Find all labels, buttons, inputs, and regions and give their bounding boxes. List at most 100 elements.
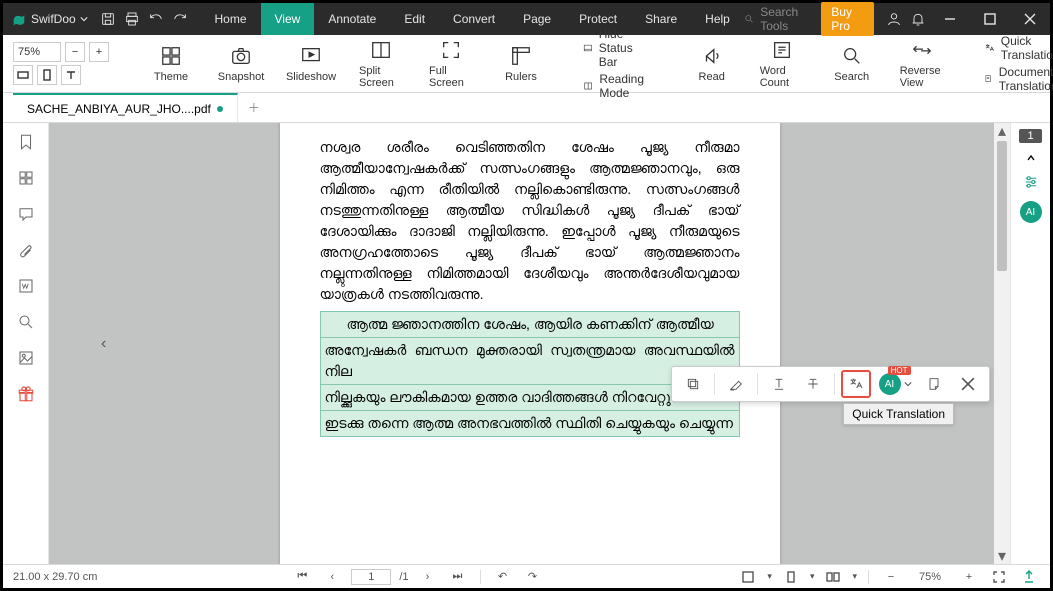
document-translation-button[interactable]: Document Translation xyxy=(984,65,1053,93)
print-icon[interactable] xyxy=(120,3,144,35)
last-page-button[interactable]: ⏭ xyxy=(447,570,469,583)
find-icon[interactable] xyxy=(12,311,40,333)
copy-button[interactable] xyxy=(678,370,708,398)
menu-edit[interactable]: Edit xyxy=(390,3,439,35)
highlight-button[interactable] xyxy=(721,370,751,398)
reverse-view-button[interactable]: Reverse View xyxy=(896,39,948,89)
first-page-button[interactable]: ⏮ xyxy=(291,570,313,583)
underline-button[interactable] xyxy=(764,370,794,398)
comments-icon[interactable] xyxy=(12,203,40,225)
zoom-plus[interactable]: + xyxy=(89,42,109,62)
zoom-minus[interactable]: − xyxy=(65,42,85,62)
undo-icon[interactable] xyxy=(144,3,168,35)
zoom-out-status[interactable]: − xyxy=(880,571,902,583)
maximize-icon[interactable] xyxy=(970,3,1010,35)
right-rail: 1 AI xyxy=(1010,123,1050,564)
word-count-button[interactable]: Word Count xyxy=(756,39,808,89)
gift-icon[interactable] xyxy=(12,383,40,405)
page-total: /1 xyxy=(399,571,408,583)
fullscreen-icon xyxy=(440,39,462,61)
menu-home[interactable]: Home xyxy=(201,3,261,35)
buy-pro-button[interactable]: Buy Pro xyxy=(821,2,873,36)
save-icon[interactable] xyxy=(96,3,120,35)
reverse-icon xyxy=(911,39,933,61)
app-name: SwifDoo xyxy=(31,12,76,26)
swifdoo-icon xyxy=(11,11,27,27)
slideshow-icon xyxy=(300,45,322,67)
vertical-scrollbar[interactable]: ▴ ▾ xyxy=(994,123,1010,564)
view-facing-icon[interactable] xyxy=(822,570,844,584)
doc-paragraph: നശ്വര ശരീരം വെടിഞ്ഞതിന ശേഷം പൂജ്യ നീരുമാ… xyxy=(320,137,740,305)
camera-icon xyxy=(230,45,252,67)
fit-screen-icon[interactable] xyxy=(988,570,1010,584)
close-icon[interactable] xyxy=(1010,3,1050,35)
fit-width-icon[interactable] xyxy=(13,65,33,85)
rulers-button[interactable]: Rulers xyxy=(495,45,547,83)
search-button[interactable]: Search xyxy=(826,45,878,83)
add-tab-button[interactable]: ＋ xyxy=(248,99,260,116)
word-icon[interactable] xyxy=(12,275,40,297)
settings-sliders-icon[interactable] xyxy=(1022,173,1040,191)
tab-label: SACHE_ANBIYA_AUR_JHO....pdf xyxy=(27,102,211,116)
quick-translation-button-popup[interactable] xyxy=(841,370,871,398)
selected-text-line-1[interactable]: ആത്മ ജ്ഞാനത്തിന ശേഷം, ആയിര കണക്കിന് ആത്മ… xyxy=(320,311,740,338)
app-logo: SwifDoo xyxy=(3,11,96,27)
pin-icon[interactable] xyxy=(1018,570,1040,584)
strikethrough-button[interactable] xyxy=(798,370,828,398)
redo-icon[interactable] xyxy=(168,3,192,35)
titlebar: SwifDoo Home View Annotate Edit Convert … xyxy=(3,3,1050,35)
reading-mode-button[interactable]: Reading Mode xyxy=(583,72,650,100)
minimize-icon[interactable] xyxy=(930,3,970,35)
hide-status-button[interactable]: Hide Status Bar xyxy=(583,27,650,69)
app-dropdown-icon[interactable] xyxy=(80,15,88,23)
nav-back-button[interactable]: ↶ xyxy=(492,570,514,583)
note-button[interactable] xyxy=(919,370,949,398)
document-canvas[interactable]: ‹ നശ്വര ശരീരം വെടിഞ്ഞതിന ശേഷം പൂജ്യ നീരു… xyxy=(49,123,1010,564)
image-icon[interactable] xyxy=(12,347,40,369)
scroll-up-icon[interactable]: ▴ xyxy=(994,123,1010,139)
notifications-icon[interactable] xyxy=(906,3,930,35)
page-input[interactable]: 1 xyxy=(351,569,391,585)
nav-fwd-button[interactable]: ↷ xyxy=(522,570,544,583)
left-sidebar xyxy=(3,123,49,564)
split-screen-button[interactable]: Split Screen xyxy=(355,39,407,89)
menu-convert[interactable]: Convert xyxy=(439,3,509,35)
quick-translation-button[interactable]: Quick Translation xyxy=(984,34,1053,62)
attachments-icon[interactable] xyxy=(12,239,40,261)
scroll-down-icon[interactable]: ▾ xyxy=(994,548,1010,564)
fit-text-icon[interactable] xyxy=(61,65,81,85)
menu-annotate[interactable]: Annotate xyxy=(314,3,390,35)
zoom-value[interactable]: 75% xyxy=(13,42,61,62)
theme-button[interactable]: Theme xyxy=(145,45,197,83)
zoom-in-status[interactable]: + xyxy=(958,571,980,583)
snapshot-button[interactable]: Snapshot xyxy=(215,45,267,83)
menu-view[interactable]: View xyxy=(261,3,315,35)
fit-page-icon[interactable] xyxy=(37,65,57,85)
next-page-button[interactable]: › xyxy=(417,571,439,583)
fullscreen-button[interactable]: Full Screen xyxy=(425,39,477,89)
theme-icon xyxy=(160,45,182,67)
read-aloud-icon xyxy=(701,45,723,67)
selected-text-line-4[interactable]: ഇടക്കു തന്നെ ആത്മ അനഭവത്തിൽ സ്ഥിതി ചെയ്യ… xyxy=(320,411,740,437)
prev-page-button[interactable]: ‹ xyxy=(321,571,343,583)
prev-page-arrow[interactable]: ‹ xyxy=(101,335,106,353)
view-continuous-icon[interactable] xyxy=(737,570,759,584)
slideshow-button[interactable]: Slideshow xyxy=(285,45,337,83)
user-icon[interactable] xyxy=(882,3,906,35)
search-tools[interactable]: Search Tools xyxy=(744,5,811,33)
view-single-icon[interactable] xyxy=(780,570,802,584)
book-icon xyxy=(583,78,593,94)
close-toolbar-button[interactable] xyxy=(953,370,983,398)
scroll-thumb[interactable] xyxy=(997,141,1007,271)
read-button[interactable]: Read xyxy=(686,45,738,83)
thumbnails-icon[interactable] xyxy=(12,167,40,189)
tab-modified-indicator xyxy=(217,106,223,112)
ai-button[interactable]: AI xyxy=(1020,201,1042,223)
bookmark-icon[interactable] xyxy=(12,131,40,153)
document-tab[interactable]: SACHE_ANBIYA_AUR_JHO....pdf xyxy=(13,93,238,122)
collapse-rail-icon[interactable] xyxy=(1026,153,1036,163)
menu-page[interactable]: Page xyxy=(509,3,565,35)
ai-popup-button[interactable]: AIHOT xyxy=(875,370,915,398)
zoom-group: 75% − + xyxy=(13,42,109,85)
menu-help[interactable]: Help xyxy=(691,3,744,35)
